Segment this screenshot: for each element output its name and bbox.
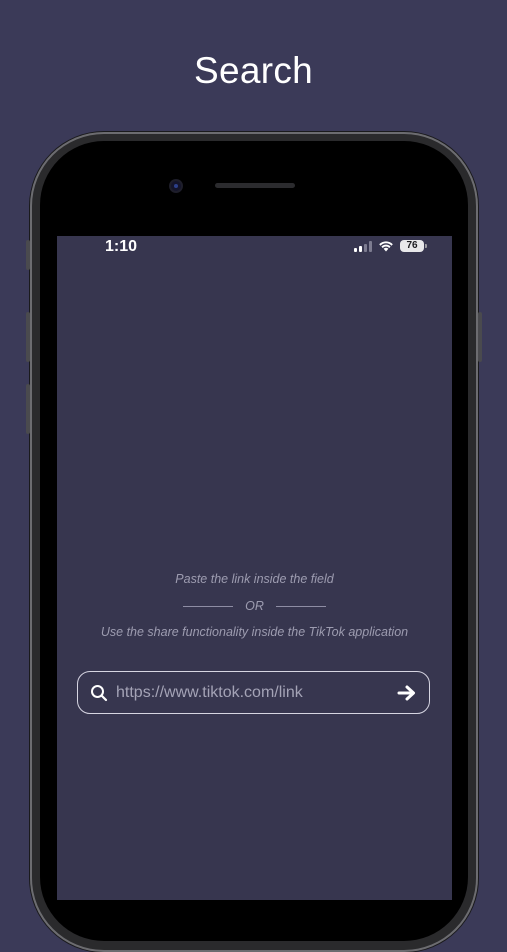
- earpiece-speaker: [215, 183, 295, 188]
- phone-mute-switch: [26, 240, 30, 270]
- divider-line-right: [275, 605, 326, 607]
- submit-arrow-button[interactable]: [395, 681, 419, 705]
- arrow-right-icon: [397, 685, 415, 700]
- status-time: 1:10: [105, 238, 138, 255]
- phone-volume-down-button: [26, 384, 30, 434]
- search-bar[interactable]: [77, 671, 430, 714]
- front-camera: [171, 181, 181, 191]
- or-label: OR: [245, 599, 264, 613]
- divider-line-left: [183, 605, 234, 607]
- status-indicators: 76: [354, 240, 427, 252]
- or-divider: OR: [57, 599, 452, 613]
- phone-screen: 1:10 76 Paste the link inside the field …: [57, 236, 452, 900]
- share-functionality-hint: Use the share functionality inside the T…: [100, 625, 409, 639]
- search-icon: [90, 684, 108, 702]
- link-input[interactable]: [116, 683, 395, 702]
- phone-volume-up-button: [26, 312, 30, 362]
- paste-link-hint: Paste the link inside the field: [175, 572, 334, 586]
- battery-indicator: 76: [400, 240, 427, 252]
- wifi-icon: [378, 240, 394, 252]
- page-title: Search: [193, 50, 314, 91]
- phone-power-button: [478, 312, 482, 362]
- cellular-signal-icon: [354, 240, 372, 252]
